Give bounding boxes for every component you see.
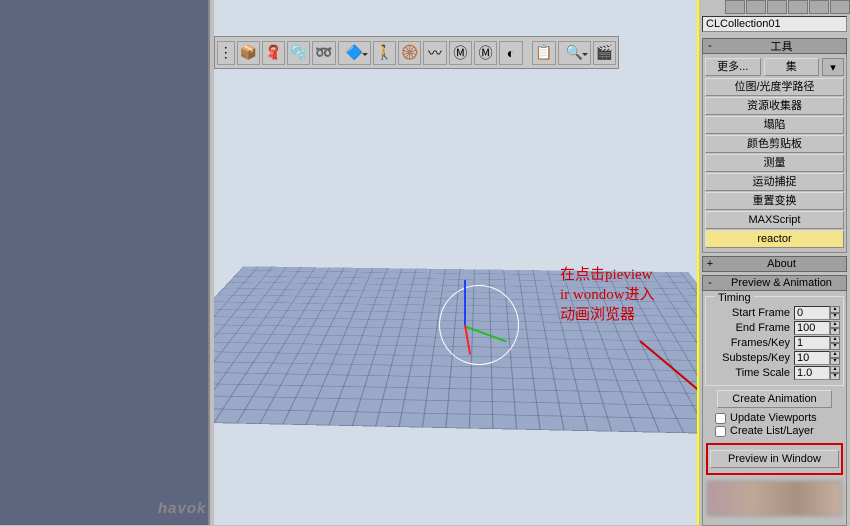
preview-rollout-header[interactable]: - Preview & Animation	[702, 275, 847, 291]
collapse-button[interactable]: 塌陷	[705, 116, 844, 134]
annotation-text: 在点击pieview ir wondow进入 动画浏览器	[560, 265, 655, 325]
frames-per-key-label: Frames/Key	[709, 337, 794, 349]
timing-group: Timing Start Frame ▴▾ End Frame ▴▾ Frame…	[705, 296, 844, 386]
tools-rollout-header[interactable]: - 工具	[702, 38, 847, 54]
update-viewports-label: Update Viewports	[730, 412, 817, 424]
preview-rollout-title: Preview & Animation	[717, 277, 846, 289]
tools-rollout: - 工具 更多... 集 ▾ 位图/光度学路径 资源收集器 塌陷 颜色剪贴板 测…	[702, 38, 847, 253]
collapse-icon: -	[703, 277, 717, 289]
frames-per-key-input[interactable]	[794, 336, 830, 350]
toy-car-icon[interactable]: Ⓜ	[474, 41, 497, 65]
command-panel-tabs	[697, 0, 850, 14]
preview-rollout: - Preview & Animation Timing Start Frame…	[702, 275, 847, 526]
reactor-thumbnail	[707, 481, 842, 516]
frames-per-key-spinner[interactable]: ▴▾	[830, 336, 840, 350]
expand-icon: +	[703, 258, 717, 270]
fracture-icon[interactable]: ◐	[499, 41, 522, 65]
cloth-icon[interactable]: 🧣	[262, 41, 285, 65]
object-name-input[interactable]	[702, 16, 847, 32]
rope-icon[interactable]: ➿	[312, 41, 335, 65]
sets-dropdown-icon[interactable]: ▾	[822, 58, 844, 76]
tab-hierarchy-icon[interactable]	[767, 0, 787, 14]
gizmo-z-axis-icon	[464, 280, 466, 325]
command-panel: - 工具 更多... 集 ▾ 位图/光度学路径 资源收集器 塌陷 颜色剪贴板 测…	[697, 0, 850, 525]
end-frame-spinner[interactable]: ▴▾	[830, 321, 840, 335]
about-rollout: + About	[702, 256, 847, 272]
preview-in-window-button[interactable]: Preview in Window	[710, 450, 839, 468]
sets-button[interactable]: 集	[764, 58, 820, 76]
color-clipboard-button[interactable]: 颜色剪贴板	[705, 135, 844, 153]
about-rollout-header[interactable]: + About	[702, 256, 847, 272]
rigid-body-icon[interactable]: 📦	[237, 41, 260, 65]
create-animation-icon[interactable]: 🎬	[593, 41, 616, 65]
tab-utilities-icon[interactable]	[830, 0, 850, 14]
motion-capture-button[interactable]: 运动捕捉	[705, 173, 844, 191]
create-animation-button[interactable]: Create Animation	[717, 390, 832, 408]
highlight-box: Preview in Window	[706, 443, 843, 475]
substeps-per-key-input[interactable]	[794, 351, 830, 365]
reactor-button[interactable]: reactor	[705, 230, 844, 248]
start-frame-label: Start Frame	[709, 307, 794, 319]
preview-animation-icon[interactable]: 🔍	[558, 41, 591, 65]
substeps-per-key-label: Substeps/Key	[709, 352, 794, 364]
toolbar-drag-handle-icon[interactable]: ⋮	[217, 41, 235, 65]
tools-rollout-title: 工具	[717, 38, 846, 54]
time-scale-input[interactable]	[794, 366, 830, 380]
about-rollout-title: About	[717, 258, 846, 270]
start-frame-spinner[interactable]: ▴▾	[830, 306, 840, 320]
tab-display-icon[interactable]	[809, 0, 829, 14]
tab-modify-icon[interactable]	[746, 0, 766, 14]
update-viewports-checkbox[interactable]: Update Viewports	[715, 412, 844, 424]
reset-xform-button[interactable]: 重置变换	[705, 192, 844, 210]
havok-logo: havok	[158, 500, 206, 517]
create-list-layer-checkbox[interactable]: Create List/Layer	[715, 425, 844, 437]
analyze-world-icon[interactable]: 📋	[532, 41, 555, 65]
create-list-layer-label: Create List/Layer	[730, 425, 814, 437]
bitmap-path-button[interactable]: 位图/光度学路径	[705, 78, 844, 96]
maxscript-button[interactable]: MAXScript	[705, 211, 844, 229]
perspective-viewport[interactable]	[214, 0, 697, 525]
transform-gizmo[interactable]	[434, 280, 524, 370]
collapse-icon: -	[703, 40, 717, 52]
end-frame-input[interactable]	[794, 321, 830, 335]
start-frame-input[interactable]	[794, 306, 830, 320]
measure-button[interactable]: 测量	[705, 154, 844, 172]
wind-icon[interactable]: 〰	[423, 41, 446, 65]
gizmo-circle	[439, 285, 519, 365]
end-frame-label: End Frame	[709, 322, 794, 334]
reactor-toolbar: ⋮ 📦 🧣 🫧 ➿ 🔷 🚶 🛞 〰 Ⓜ Ⓜ ◐ 📋 🔍 🎬	[214, 36, 619, 69]
deforming-mesh-icon[interactable]: 🔷	[338, 41, 371, 65]
more-button[interactable]: 更多...	[705, 58, 761, 76]
tab-motion-icon[interactable]	[788, 0, 808, 14]
substeps-per-key-spinner[interactable]: ▴▾	[830, 351, 840, 365]
left-viewport: havok	[0, 0, 210, 525]
motor-icon[interactable]: Ⓜ	[449, 41, 472, 65]
time-scale-label: Time Scale	[709, 367, 794, 379]
tab-create-icon[interactable]	[725, 0, 745, 14]
resource-collector-button[interactable]: 资源收集器	[705, 97, 844, 115]
wheel-icon[interactable]: 🛞	[398, 41, 421, 65]
soft-body-icon[interactable]: 🫧	[287, 41, 310, 65]
time-scale-spinner[interactable]: ▴▾	[830, 366, 840, 380]
timing-group-label: Timing	[715, 292, 754, 304]
ragdoll-icon[interactable]: 🚶	[373, 41, 396, 65]
